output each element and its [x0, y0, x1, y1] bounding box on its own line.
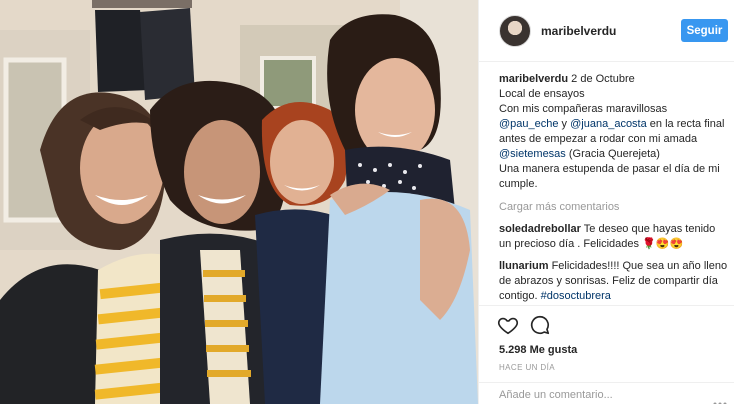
- comment-item: soledadrebollar Te deseo que hayas tenid…: [499, 222, 729, 252]
- comment-user[interactable]: soledadrebollar: [499, 223, 581, 235]
- mention-pau-eche[interactable]: @pau_eche: [499, 118, 559, 130]
- mention-juana-acosta[interactable]: @juana_acosta: [570, 118, 647, 130]
- mention-sietemesas[interactable]: @sietemesas: [499, 148, 566, 160]
- add-comment-bar: [479, 382, 734, 404]
- post-timestamp: HACE UN DÍA: [499, 363, 555, 372]
- likes-count[interactable]: 5.298 Me gusta: [499, 344, 577, 356]
- caption-line1: Local de ensayos: [499, 88, 585, 100]
- caption-author[interactable]: maribelverdu: [499, 73, 568, 85]
- avatar[interactable]: [499, 15, 531, 47]
- caption-date: 2 de Octubre: [571, 73, 635, 85]
- post-header: maribelverdu Seguir: [479, 0, 734, 62]
- post-caption: maribelverdu 2 de Octubre Local de ensay…: [499, 72, 729, 192]
- comment-bubble-icon[interactable]: [529, 314, 551, 336]
- ellipsis-icon[interactable]: [713, 393, 727, 404]
- post-photo[interactable]: [0, 0, 478, 404]
- caption-conj: y: [558, 118, 571, 130]
- post-actions: 5.298 Me gusta HACE UN DÍA: [479, 305, 734, 404]
- comments-area: maribelverdu 2 de Octubre Local de ensay…: [499, 72, 729, 304]
- comment-item: llunarium Felicidades!!!! Que sea un año…: [499, 259, 729, 304]
- caption-line2c: (Gracia Querejeta): [565, 148, 660, 160]
- caption-line2a: Con mis compañeras maravillosas: [499, 103, 668, 115]
- hashtag-link[interactable]: #dosoctubrera: [541, 290, 611, 302]
- caption-line3: Una manera estupenda de pasar el día de …: [499, 163, 720, 190]
- post-sidebar: maribelverdu Seguir maribelverdu 2 de Oc…: [478, 0, 734, 404]
- comment-user[interactable]: llunarium: [499, 260, 549, 272]
- header-username[interactable]: maribelverdu: [541, 24, 616, 38]
- add-comment-input[interactable]: [499, 389, 699, 401]
- load-more-comments-link[interactable]: Cargar más comentarios: [499, 200, 729, 215]
- photo-illustration: [0, 0, 478, 404]
- heart-icon[interactable]: [497, 314, 519, 336]
- follow-button[interactable]: Seguir: [681, 19, 728, 42]
